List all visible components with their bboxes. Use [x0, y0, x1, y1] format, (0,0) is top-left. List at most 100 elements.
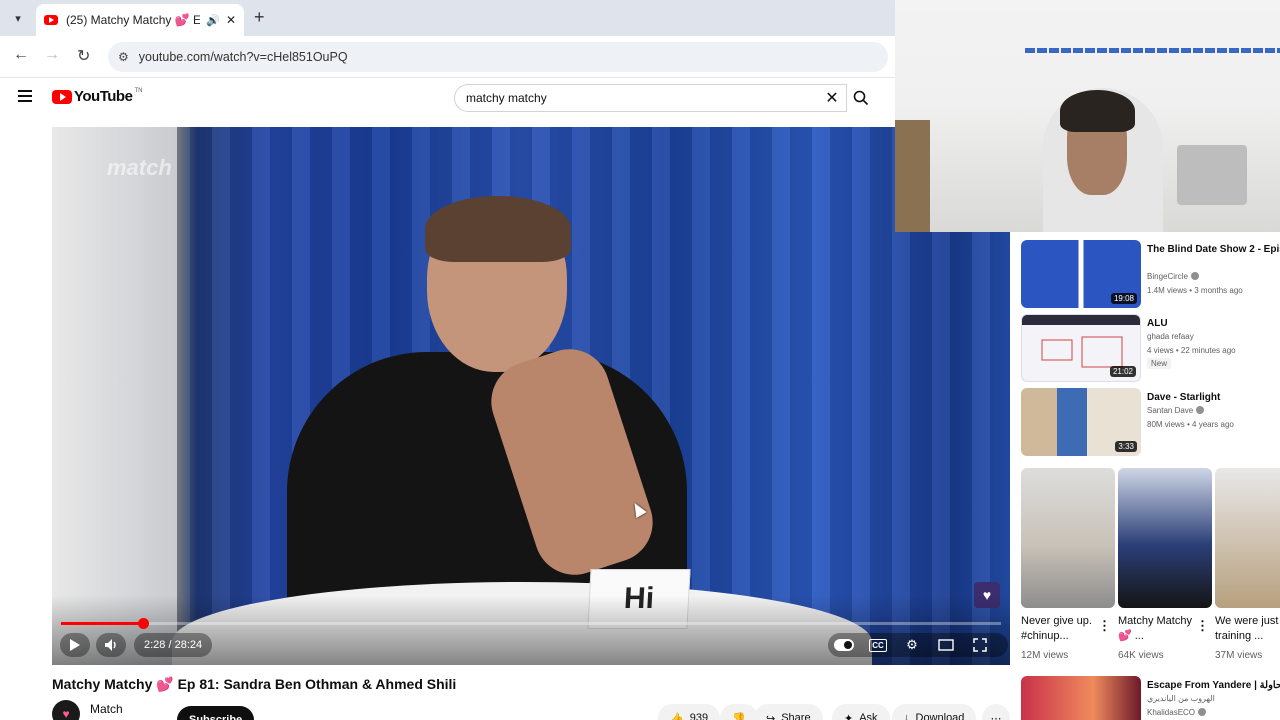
share-button[interactable]: ↪ Share — [754, 704, 823, 720]
share-icon: ↪ — [766, 712, 776, 720]
short-thumbnail[interactable] — [1118, 468, 1212, 608]
new-tab-button[interactable]: + — [254, 8, 265, 26]
search-button[interactable] — [846, 84, 874, 112]
short-title[interactable]: Matchy Matchy 💕 ... — [1118, 614, 1204, 644]
video-thumbnail[interactable] — [1021, 676, 1141, 720]
short-views: 64K views — [1118, 650, 1164, 661]
clear-search-icon[interactable]: ✕ — [818, 88, 846, 108]
recommendation-item[interactable]: 3:33 Dave - Starlight Santan Dave 80M vi… — [1021, 388, 1280, 456]
background-door — [895, 120, 930, 232]
gear-icon: ⚙ — [906, 637, 918, 652]
ask-label: Ask — [859, 712, 878, 720]
recommendation-channel: BingeCircle — [1147, 272, 1199, 281]
wall-tile-stripe — [1025, 48, 1280, 53]
youtube-masthead: YouTube TN matchy matchy ✕ — [0, 78, 895, 122]
autoplay-toggle[interactable] — [830, 633, 858, 657]
browser-tab-strip: ▾ (25) Matchy Matchy 💕 Ep 🔊 ✕ + — [0, 0, 895, 36]
short-thumbnail[interactable] — [1215, 468, 1280, 608]
video-player[interactable]: match Hi ♥ 2:28 / 28:24 CC ⚙ — [52, 127, 1010, 665]
tab-search-dropdown-icon[interactable]: ▾ — [8, 8, 28, 28]
theater-icon — [938, 639, 954, 651]
short-title[interactable]: We were just training ... — [1215, 614, 1280, 644]
recommendation-meta: 4 views • 22 minutes ago — [1147, 346, 1236, 355]
browser-toolbar: ← → ↻ ⚙ youtube.com/watch?v=cHel851OuPQ — [0, 36, 895, 78]
search-icon — [853, 90, 868, 106]
studio-wall — [52, 127, 177, 665]
theater-mode-button[interactable] — [932, 633, 960, 657]
download-button[interactable]: ↓ Download — [892, 704, 977, 720]
video-thumbnail[interactable]: 3:33 — [1021, 388, 1141, 456]
background-appliance — [1177, 145, 1247, 205]
sparkle-icon: ✦ — [844, 712, 854, 720]
short-title[interactable]: Never give up. #chinup... — [1021, 614, 1107, 644]
play-icon — [70, 639, 80, 651]
short-thumbnail[interactable] — [1021, 468, 1115, 608]
channel-name-text: BingeCircle — [1147, 272, 1188, 281]
recommendation-item[interactable]: 19:08 The Blind Date Show 2 - Episode 63… — [1021, 240, 1280, 308]
recommendation-channel: Santan Dave — [1147, 406, 1205, 415]
download-label: Download — [915, 712, 965, 720]
ask-button[interactable]: ✦ Ask — [832, 704, 890, 720]
back-arrow-icon[interactable]: ← — [13, 46, 29, 64]
recommendation-title: ALU — [1147, 318, 1168, 329]
video-duration: 21:02 — [1109, 366, 1136, 377]
channel-row: ♥ Match Subscribe 👍 939 👎 ↪ Share ✦ Ask … — [52, 700, 1010, 720]
screen: ▾ (25) Matchy Matchy 💕 Ep 🔊 ✕ + ← → ↻ ⚙ … — [0, 0, 1280, 720]
volume-button[interactable] — [96, 633, 126, 657]
youtube-play-logo-icon — [52, 89, 72, 104]
play-button[interactable] — [60, 633, 90, 657]
recommendations-sidebar: 19:08 The Blind Date Show 2 - Episode 63… — [1010, 232, 1280, 720]
like-button[interactable]: 👍 939 — [658, 704, 721, 720]
recommendation-item[interactable]: 21:02 ALU ghada refaay 4 views • 22 minu… — [1021, 314, 1280, 382]
video-thumbnail[interactable]: 21:02 — [1021, 314, 1141, 382]
settings-button[interactable]: ⚙ — [898, 633, 926, 657]
youtube-logo[interactable]: YouTube TN — [52, 88, 142, 105]
share-label: Share — [781, 712, 811, 720]
video-duration: 3:33 — [1115, 441, 1137, 452]
browser-tab-active[interactable]: (25) Matchy Matchy 💕 Ep 🔊 ✕ — [36, 4, 244, 36]
forward-arrow-icon[interactable]: → — [44, 46, 60, 64]
verified-icon — [1190, 272, 1199, 280]
recommendation-meta: 1.4M views • 3 months ago — [1147, 286, 1243, 295]
logo-country: TN — [134, 87, 143, 94]
speaker-icon[interactable]: 🔊 — [206, 14, 220, 27]
address-bar[interactable]: ⚙ youtube.com/watch?v=cHel851OuPQ — [108, 42, 888, 72]
scrubber-handle[interactable] — [137, 618, 149, 629]
verified-icon — [1196, 406, 1205, 414]
video-duration: 19:08 — [1110, 293, 1137, 304]
toggle-icon — [834, 639, 854, 651]
dislike-button[interactable]: 👎 — [720, 704, 758, 720]
menu-icon[interactable] — [18, 90, 32, 102]
video-title: Matchy Matchy 💕 Ep 81: Sandra Ben Othman… — [52, 676, 457, 692]
site-info-icon[interactable]: ⚙ — [118, 50, 129, 64]
reload-icon[interactable]: ↻ — [77, 46, 90, 66]
channel-name[interactable]: Match — [90, 702, 123, 716]
subscribe-button[interactable]: Subscribe — [177, 706, 255, 720]
recommendation-channel: KhalidasECO — [1147, 708, 1207, 717]
channel-avatar[interactable]: ♥ — [52, 700, 80, 720]
search-input[interactable]: matchy matchy ✕ — [454, 84, 846, 112]
recommendation-item[interactable]: Escape From Yandere | محاولة الهروب من ا… — [1021, 676, 1280, 720]
progress-bar[interactable] — [61, 618, 1001, 629]
progress-played — [61, 622, 143, 625]
channel-name-text: KhalidasECO — [1147, 708, 1196, 717]
more-vertical-icon[interactable]: ⋮ — [1098, 618, 1111, 634]
video-thumbnail[interactable]: 19:08 — [1021, 240, 1141, 308]
recommendation-subtitle: الهروب من اليانديري — [1147, 694, 1215, 703]
more-actions-button[interactable]: ⋯ — [982, 704, 1010, 720]
fullscreen-button[interactable] — [966, 633, 994, 657]
captions-icon: CC — [869, 638, 887, 652]
short-views: 37M views — [1215, 650, 1263, 661]
recommendation-title: Dave - Starlight — [1147, 392, 1221, 403]
download-icon: ↓ — [904, 712, 910, 720]
fullscreen-icon — [973, 638, 987, 652]
url-text: youtube.com/watch?v=cHel851OuPQ — [138, 50, 348, 64]
tab-close-icon[interactable]: ✕ — [226, 13, 236, 27]
captions-button[interactable]: CC — [864, 633, 892, 657]
more-vertical-icon[interactable]: ⋮ — [1196, 618, 1209, 634]
channel-watermark: match — [107, 155, 172, 180]
recommendation-meta: 80M views • 4 years ago — [1147, 420, 1234, 429]
new-badge: New — [1147, 358, 1172, 369]
logo-word: YouTube — [74, 88, 133, 105]
youtube-favicon-icon — [44, 15, 58, 25]
